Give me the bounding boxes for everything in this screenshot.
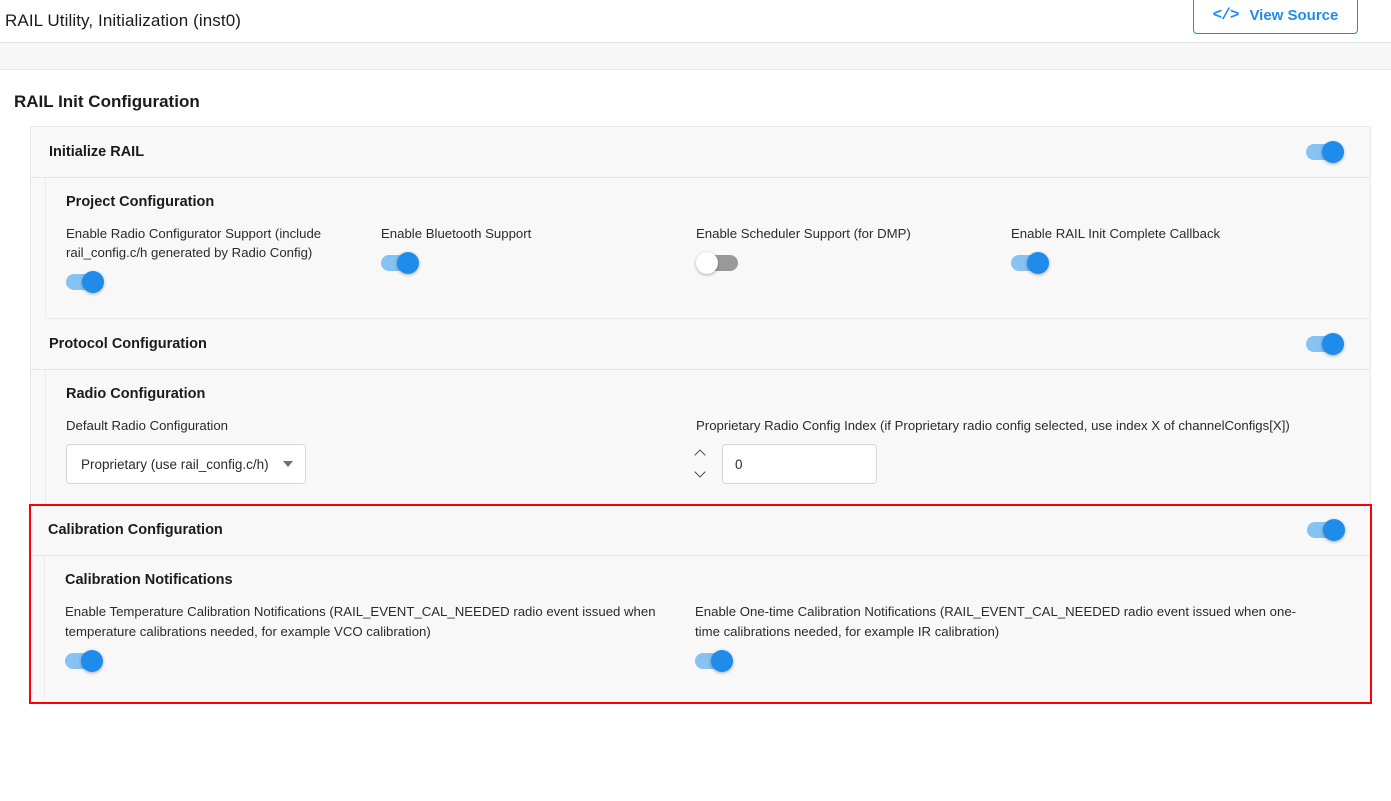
toggle-knob [81,649,103,672]
field-enable-one-time-calibration-notifications: Enable One-time Calibration Notification… [695,602,1325,676]
toggle-enable-temperature-calibration-notifications[interactable] [65,649,111,672]
field-label: Enable Temperature Calibration Notificat… [65,604,656,639]
field-spacer-1 [381,416,696,484]
field-label: Enable RAIL Init Complete Callback [1011,226,1221,241]
toggle-enable-scheduler-support[interactable] [696,252,742,275]
input-proprietary-radio-config-index[interactable] [722,444,877,485]
section-calibration-configuration: Calibration Configuration Calibration No… [30,505,1371,703]
toggle-enable-rail-init-complete-callback[interactable] [1011,252,1057,275]
group-calibration-notifications: Calibration Notifications Enable Tempera… [45,556,1371,702]
toggle-knob [82,271,104,294]
chevron-down-icon [283,461,293,468]
subsection-calibration-notifications: Calibration Notifications Enable Tempera… [44,556,1371,703]
spinner-arrows[interactable] [696,450,716,479]
toggle-knob [1322,141,1344,163]
select-value: Proprietary (use rail_config.c/h) [81,456,269,472]
toggle-knob [397,252,419,275]
fields-row-project-configuration: Enable Radio Configurator Support (inclu… [66,224,1370,298]
group-title-radio-configuration: Radio Configuration [66,386,206,403]
section-title-initialize-rail: Initialize RAIL [49,144,145,160]
page-title: RAIL Init Configuration [14,92,200,111]
window-title: RAIL Utility, Initialization (inst0) [5,11,242,30]
field-label: Enable Scheduler Support (for DMP) [696,226,911,241]
chevron-down-icon[interactable] [696,470,705,479]
section-initialize-rail: Initialize RAIL Project Configuration En… [30,126,1371,506]
toggle-initialize-rail[interactable] [1306,141,1352,163]
group-title-calibration-notifications: Calibration Notifications [65,572,233,589]
section-header-calibration-configuration: Calibration Configuration [30,505,1371,557]
subsection-radio-configuration: Radio Configuration Default Radio Config… [45,370,1370,505]
section-title-protocol-configuration: Protocol Configuration [49,336,207,353]
group-project-configuration: Project Configuration Enable Radio Confi… [46,178,1370,318]
highlight-outline-calibration-configuration: Calibration Configuration Calibration No… [29,504,1372,704]
group-title-project-configuration: Project Configuration [66,194,215,210]
field-enable-temperature-calibration-notifications: Enable Temperature Calibration Notificat… [65,602,695,676]
toggle-enable-one-time-calibration-notifications[interactable] [695,649,741,672]
fields-row-radio-configuration: Default Radio Configuration Proprietary … [66,416,1370,485]
field-enable-radio-configurator-support: Enable Radio Configurator Support (inclu… [66,224,381,298]
field-label: Default Radio Configuration [66,418,229,434]
field-label: Enable Bluetooth Support [381,226,532,241]
chevron-up-icon[interactable] [696,450,705,459]
toolbar-strip [0,42,1391,70]
field-enable-scheduler-support: Enable Scheduler Support (for DMP) [696,224,1011,298]
field-enable-rail-init-complete-callback: Enable RAIL Init Complete Callback [1011,224,1326,298]
toggle-knob [711,649,733,672]
field-proprietary-radio-config-index: Proprietary Radio Config Index (if Propr… [696,416,1336,485]
section-header-initialize-rail: Initialize RAIL [31,127,1370,178]
toggle-protocol-configuration[interactable] [1306,333,1352,356]
window-titlebar: RAIL Utility, Initialization (inst0) </>… [0,0,1391,42]
fields-row-calibration-notifications: Enable Temperature Calibration Notificat… [65,602,1371,676]
toggle-knob [1322,333,1344,356]
subsection-project-configuration: Project Configuration Enable Radio Confi… [45,178,1370,319]
section-header-protocol-configuration: Protocol Configuration [31,319,1370,371]
group-radio-configuration: Radio Configuration Default Radio Config… [46,370,1370,504]
toggle-enable-bluetooth-support[interactable] [381,252,427,275]
field-default-radio-configuration: Default Radio Configuration Proprietary … [66,416,381,485]
field-label: Enable Radio Configurator Support (inclu… [66,226,322,261]
section-title-calibration-configuration: Calibration Configuration [48,522,223,539]
view-source-label: View Source [1249,6,1339,24]
toggle-knob [1323,519,1345,542]
field-label: Proprietary Radio Config Index (if Propr… [696,418,1290,434]
toggle-calibration-configuration[interactable] [1307,519,1353,542]
configuration-page: RAIL Init Configuration Initialize RAIL … [0,70,1391,713]
select-default-radio-configuration[interactable]: Proprietary (use rail_config.c/h) [66,444,306,485]
field-label: Enable One-time Calibration Notification… [695,604,1297,639]
toggle-knob [1027,252,1049,275]
toggle-knob [696,252,718,275]
section-body-calibration-configuration: Calibration Notifications Enable Tempera… [30,556,1371,703]
section-body-initialize-rail: Project Configuration Enable Radio Confi… [31,178,1370,505]
number-spinner-proprietary-index [696,444,1318,485]
code-angle-brackets-icon: </> [1212,6,1240,24]
page-bottom-gap [0,702,1391,713]
view-source-button[interactable]: </> View Source [1193,0,1358,34]
field-enable-bluetooth-support: Enable Bluetooth Support [381,224,696,298]
toggle-enable-radio-configurator-support[interactable] [66,271,112,294]
